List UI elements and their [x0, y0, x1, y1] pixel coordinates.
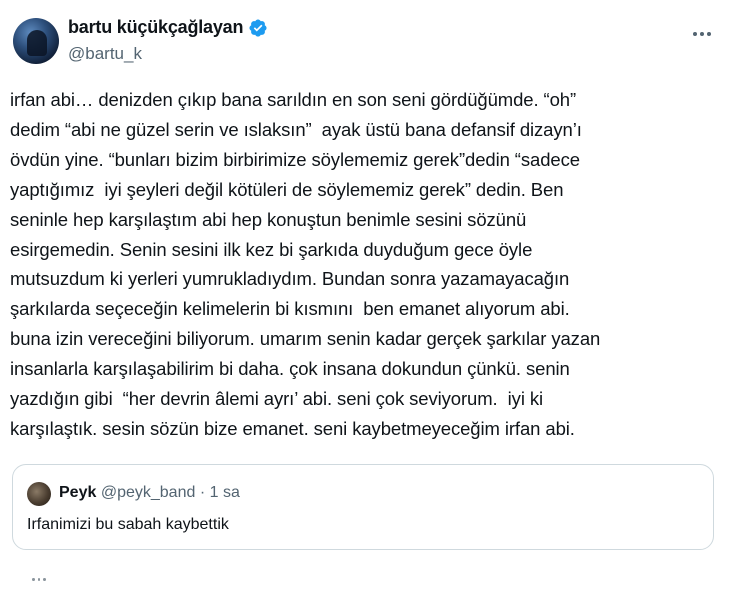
author-name-row: bartu küçükçağlayan [68, 17, 268, 38]
tweet-card: bartu küçükçağlayan @bartu_k irfan abi… … [0, 0, 732, 604]
quoted-tweet-avatar [27, 482, 51, 506]
author-display-name[interactable]: bartu küçükçağlayan [68, 17, 243, 38]
truncated-content-dots [32, 578, 47, 584]
quoted-tweet-separator: · [199, 484, 206, 501]
more-options-icon[interactable] [690, 22, 714, 46]
verified-badge-icon [249, 18, 267, 37]
author-handle[interactable]: @bartu_k [68, 44, 142, 64]
quoted-tweet-text: Irfanimizi bu sabah kaybettik [27, 516, 229, 533]
author-avatar[interactable] [13, 18, 59, 64]
quoted-tweet-time: 1 sa [209, 484, 240, 501]
quoted-tweet-name: Peyk [59, 484, 97, 501]
avatar-figure [27, 30, 47, 56]
tweet-text: irfan abi… denizden çıkıp bana sarıldın … [10, 89, 601, 439]
quoted-tweet[interactable]: Peyk @peyk_band · 1 sa Irfanimizi bu sab… [12, 464, 714, 550]
quoted-tweet-handle: @peyk_band [100, 484, 196, 501]
quoted-tweet-header: Peyk @peyk_band · 1 sa [59, 484, 240, 502]
